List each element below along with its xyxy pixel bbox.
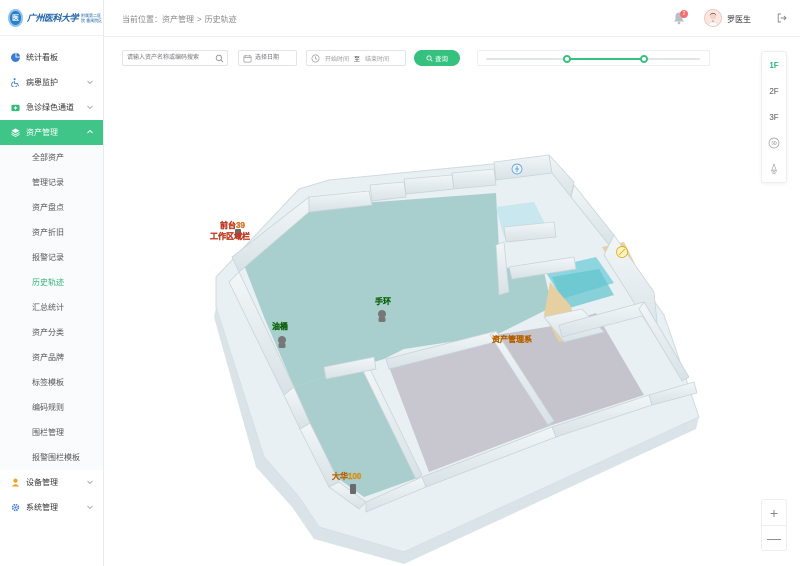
sidebar-subitem-history-track[interactable]: 历史轨迹 [0,270,103,295]
date-picker [238,50,297,66]
query-button[interactable]: 查询 [414,50,460,66]
timeline-range-fill [567,58,645,60]
view-3d-button[interactable]: 3D [762,130,786,156]
sidebar-subitem-all-assets[interactable]: 全部资产 [0,145,103,170]
sidebar-subitem-fence-management[interactable]: 围栏管理 [0,420,103,445]
notification-badge: 2 [680,10,688,18]
sidebar-subitem-label-template[interactable]: 标签模板 [0,370,103,395]
sidebar-subitem-inventory[interactable]: 资产盘点 [0,195,103,220]
map-label-work-area: 工作区域栏 [210,231,250,241]
avatar[interactable] [704,9,722,27]
chevron-down-icon [87,80,93,85]
sidebar-item-label: 设备管理 [26,478,58,487]
compass-icon [770,163,778,175]
start-time-field[interactable]: 开始时间 [325,54,349,63]
view-3d-icon: 3D [768,137,780,149]
floor-button-1f[interactable]: 1F [762,52,786,78]
username[interactable]: 罗医生 [727,14,751,25]
sidebar-menu: 统计看板 病患监护 急诊绿色通道 资产管理 全部资产 管理记录 资产盘点 资产折… [0,45,103,520]
device-marker-1[interactable]: 前台39 工作区域栏 [210,220,250,241]
timeline-slider [477,50,710,66]
timeline-end-handle[interactable] [640,55,649,63]
sidebar-item-device-management[interactable]: 设备管理 [0,470,103,495]
user-device-icon [10,478,20,488]
sidebar-item-system-management[interactable]: 系统管理 [0,495,103,520]
logo-text: 广州医科大学 [27,14,79,24]
floor-button-2f[interactable]: 2F [762,78,786,104]
sidebar-subitem-summary-stats[interactable]: 汇总统计 [0,295,103,320]
chevron-up-icon [87,129,93,134]
search-icon[interactable] [215,54,224,63]
logo-subtitle: 附属第二医院 番禺院区 [81,12,103,23]
search-icon [426,54,433,62]
sidebar-item-label: 病患监护 [26,78,58,87]
clock-icon [311,54,320,62]
asset-search-box [122,50,228,66]
floor-selector: 1F 2F 3F 3D [761,51,787,183]
timeline-start-handle[interactable] [563,55,572,63]
sidebar-subitem-coding-rules[interactable]: 编码规则 [0,395,103,420]
restroom-marker[interactable] [616,246,628,258]
map-label-front-desk: 前台39 [220,220,245,230]
sidebar-subitem-depreciation[interactable]: 资产折旧 [0,220,103,245]
first-aid-icon [10,103,20,113]
zoom-out-button[interactable]: — [762,525,786,550]
map-label-oil-drum: 油桶 [272,321,288,331]
sidebar-subitem-alarm-fence-template[interactable]: 报警围栏模板 [0,445,103,470]
sidebar-subitem-alarm-records[interactable]: 报警记录 [0,245,103,270]
sidebar-item-emergency[interactable]: 急诊绿色通道 [0,95,103,120]
logout-icon[interactable] [777,13,787,23]
top-header: 当前位置：资产管理 > 历史轨迹 2 罗医生 [104,0,800,37]
doctor-avatar-icon [706,12,720,26]
breadcrumb-separator: > [197,15,202,24]
zoom-controls: + — [761,499,787,551]
sidebar-item-patient-monitor[interactable]: 病患监护 [0,70,103,95]
timeline-track[interactable] [486,55,700,63]
view-3d-label: 3D [771,141,776,146]
zoom-in-button[interactable]: + [762,500,786,525]
device-marker-4[interactable]: 资产管理系 [492,334,532,344]
hospital-logo[interactable]: 医 广州医科大学 附属第二医院 番禺院区 [0,0,103,36]
wheelchair-icon [10,78,20,88]
chevron-down-icon [87,105,93,110]
pie-chart-icon [10,53,20,63]
sidebar-item-label: 系统管理 [26,503,58,512]
time-range-separator: 至 [354,56,361,63]
map-label-dahua: 大华100 [332,471,362,481]
sidebar: 医 广州医科大学 附属第二医院 番禺院区 统计看板 病患监护 急诊绿色通道 资产… [0,0,104,566]
sidebar-item-asset-management[interactable]: 资产管理 [0,120,103,145]
breadcrumb-parent[interactable]: 当前位置：资产管理 [122,15,194,24]
query-button-label: 查询 [435,56,448,63]
sidebar-subitem-management-records[interactable]: 管理记录 [0,170,103,195]
map-label-bracelet: 手环 [375,296,391,306]
calendar-icon [243,54,252,63]
compass-button[interactable] [762,156,786,182]
map-label-asset-system: 资产管理系 [492,334,532,344]
end-time-field[interactable]: 结束时间 [365,54,389,63]
sidebar-subitem-asset-category[interactable]: 资产分类 [0,320,103,345]
breadcrumb-current: 历史轨迹 [204,15,237,24]
sidebar-subitem-asset-brand[interactable]: 资产品牌 [0,345,103,370]
time-range-picker[interactable]: 开始时间 至 结束时间 [306,50,406,66]
floor-map-3d[interactable]: 前台39 工作区域栏 手环 油桶 资产管理系 大华100 [104,77,754,566]
chevron-down-icon [87,505,93,510]
sidebar-item-label: 统计看板 [26,53,58,62]
gear-icon [10,503,20,513]
sidebar-item-label: 资产管理 [26,128,58,137]
chevron-down-icon [87,480,93,485]
info-marker[interactable] [511,163,523,175]
main-content: 开始时间 至 结束时间 查询 1F 2F 3F 3D [104,37,800,566]
sidebar-item-dashboard[interactable]: 统计看板 [0,45,103,70]
asset-search-input[interactable] [123,51,209,65]
sidebar-item-label: 急诊绿色通道 [26,103,74,112]
layers-icon [10,128,20,138]
floor-button-3f[interactable]: 3F [762,104,786,130]
breadcrumb: 当前位置：资产管理 > 历史轨迹 [122,14,237,25]
logo-emblem: 医 [8,8,23,27]
